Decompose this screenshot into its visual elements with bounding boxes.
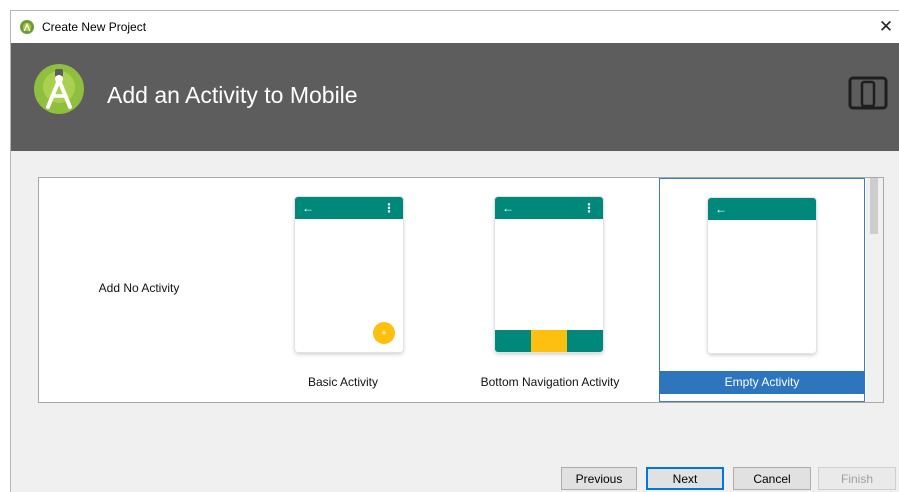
back-arrow-icon: ← — [715, 202, 727, 216]
phone-preview: ← — [708, 198, 816, 353]
vertical-scrollbar[interactable] — [866, 178, 883, 402]
phone-preview: ← ⋮ — [495, 197, 603, 352]
overflow-menu-icon: ⋮ — [383, 201, 395, 215]
back-arrow-icon: ← — [302, 201, 314, 215]
bottom-nav-segment — [495, 330, 531, 352]
bottom-navigation-preview — [495, 330, 603, 352]
tile-label: Add No Activity — [98, 281, 180, 295]
tablet-phone-icon — [848, 76, 888, 110]
android-studio-app-icon — [20, 20, 34, 34]
activity-gallery: Add No Activity ← ⋮ + Basic Activity ← ⋮ — [38, 177, 884, 403]
wizard-header: Add an Activity to Mobile — [11, 43, 899, 151]
window-title: Create New Project — [42, 20, 147, 34]
page-title: Add an Activity to Mobile — [107, 82, 358, 108]
cancel-button[interactable]: Cancel — [733, 467, 811, 490]
phone-preview: ← ⋮ + — [295, 197, 403, 352]
scrollbar-thumb[interactable] — [870, 178, 878, 234]
tile-bottom-navigation-activity[interactable]: ← ⋮ Bottom Navigation Activity — [447, 178, 653, 402]
next-button[interactable]: Next — [646, 467, 724, 490]
tile-add-no-activity[interactable]: Add No Activity — [39, 178, 239, 402]
tile-label: Bottom Navigation Activity — [480, 375, 620, 389]
bottom-nav-segment — [567, 330, 603, 352]
back-arrow-icon: ← — [502, 201, 514, 215]
title-bar: Create New Project ✕ — [11, 11, 899, 43]
finish-button: Finish — [818, 467, 896, 490]
close-icon[interactable]: ✕ — [872, 11, 899, 43]
bottom-nav-segment — [531, 330, 567, 352]
tile-empty-activity[interactable]: ← Empty Activity — [659, 178, 865, 402]
android-studio-logo-icon — [34, 64, 84, 114]
previous-button[interactable]: Previous — [561, 467, 637, 490]
tile-label: Basic Activity — [307, 375, 379, 389]
create-project-dialog: Create New Project ✕ Add an Activity to … — [10, 10, 899, 492]
tile-label-selected: Empty Activity — [659, 371, 865, 394]
fab-plus-icon: + — [373, 322, 395, 344]
tile-basic-activity[interactable]: ← ⋮ + Basic Activity — [245, 178, 441, 402]
overflow-menu-icon: ⋮ — [583, 201, 595, 215]
